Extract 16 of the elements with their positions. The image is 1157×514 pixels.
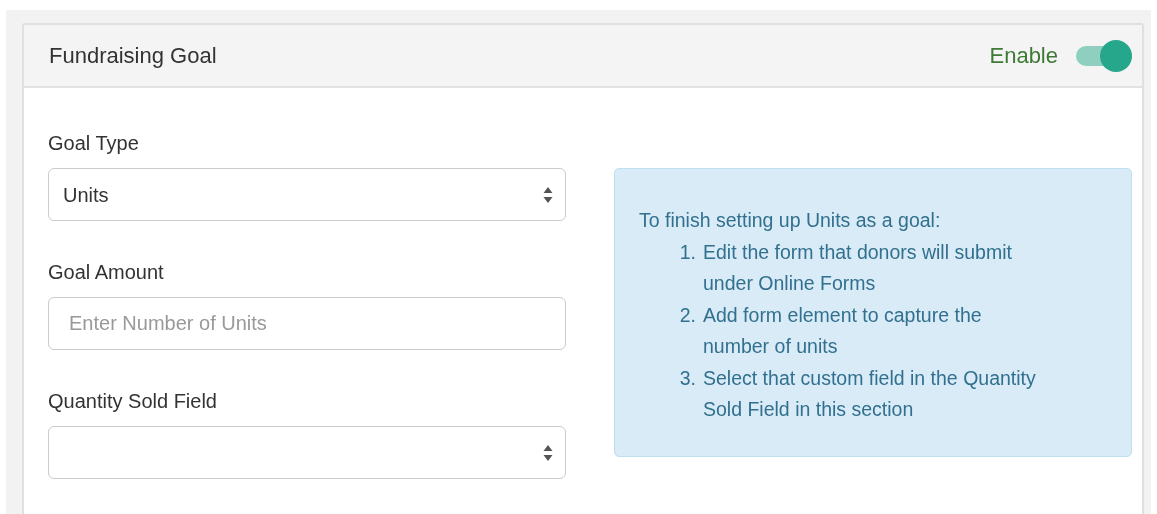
select-field[interactable]: Units (48, 168, 566, 221)
panel-title: Fundraising Goal (49, 42, 217, 70)
input-field[interactable]: Enter Number of Units (48, 297, 566, 350)
step-text: Edit the form that donors will submit under Online Forms (703, 239, 1013, 296)
step-text: Select that custom field in the Quantity Sold Field in this section (703, 365, 1037, 422)
select-field[interactable] (48, 426, 566, 479)
step-number: 3. (678, 365, 697, 391)
step-text: Add form element to capture the number of units (703, 302, 983, 359)
field-label: Goal Amount (48, 260, 165, 285)
toggle-label: Enable (989, 42, 1058, 70)
info-text: To finish setting up Units as a goal: (639, 208, 942, 233)
field-label: Quantity Sold Field (48, 389, 218, 414)
field-label: Goal Type (48, 131, 140, 156)
toggle-switch[interactable] (1074, 39, 1132, 72)
step-number: 2. (678, 302, 697, 328)
step-number: 1. (678, 239, 697, 265)
